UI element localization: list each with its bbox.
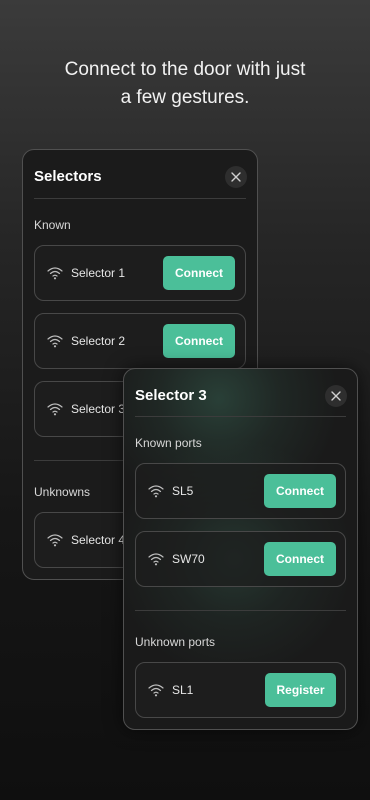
unknown-ports-label: Unknown ports (135, 635, 216, 649)
register-button[interactable]: Register (265, 673, 336, 707)
wifi-icon (47, 534, 63, 547)
connect-button[interactable]: Connect (264, 542, 336, 576)
selector-name: Selector 1 (71, 266, 126, 280)
port-name: SW70 (172, 552, 205, 566)
selector-name: Selector 4 (71, 533, 126, 547)
port-item[interactable]: SL5 Connect (135, 463, 346, 519)
headline-line-1: Connect to the door with just (64, 59, 306, 80)
connect-button[interactable]: Connect (264, 474, 336, 508)
selector-item[interactable]: Selector 2 Connect (34, 313, 246, 369)
port-item[interactable]: SL1 Register (135, 662, 346, 718)
wifi-icon (47, 403, 63, 416)
divider (135, 416, 346, 417)
selector-name: Selector 2 (71, 334, 126, 348)
selector-name: Selector 3 (71, 402, 126, 416)
unknowns-label: Unknowns (34, 485, 91, 499)
port-name: SL1 (172, 683, 194, 697)
close-button[interactable] (225, 166, 247, 188)
known-label: Known (34, 218, 71, 232)
headline: Connect to the door with just a few gest… (0, 56, 370, 112)
headline-line-2: a few gestures. (120, 87, 250, 108)
wifi-icon (148, 553, 164, 566)
divider (34, 198, 246, 199)
close-icon (231, 172, 241, 182)
selector-item[interactable]: Selector 1 Connect (34, 245, 246, 301)
connect-button[interactable]: Connect (163, 324, 235, 358)
port-name: SL5 (172, 484, 194, 498)
wifi-icon (148, 485, 164, 498)
wifi-icon (47, 335, 63, 348)
divider (135, 610, 346, 611)
close-icon (331, 391, 341, 401)
wifi-icon (148, 684, 164, 697)
panel-title: Selectors (34, 168, 102, 185)
close-button[interactable] (325, 385, 347, 407)
connect-button[interactable]: Connect (163, 256, 235, 290)
port-item[interactable]: SW70 Connect (135, 531, 346, 587)
wifi-icon (47, 267, 63, 280)
panel-title: Selector 3 (135, 387, 207, 404)
known-ports-label: Known ports (135, 436, 202, 450)
selector-3-panel: Selector 3 Known ports SL5 Connect SW70 … (123, 368, 358, 730)
